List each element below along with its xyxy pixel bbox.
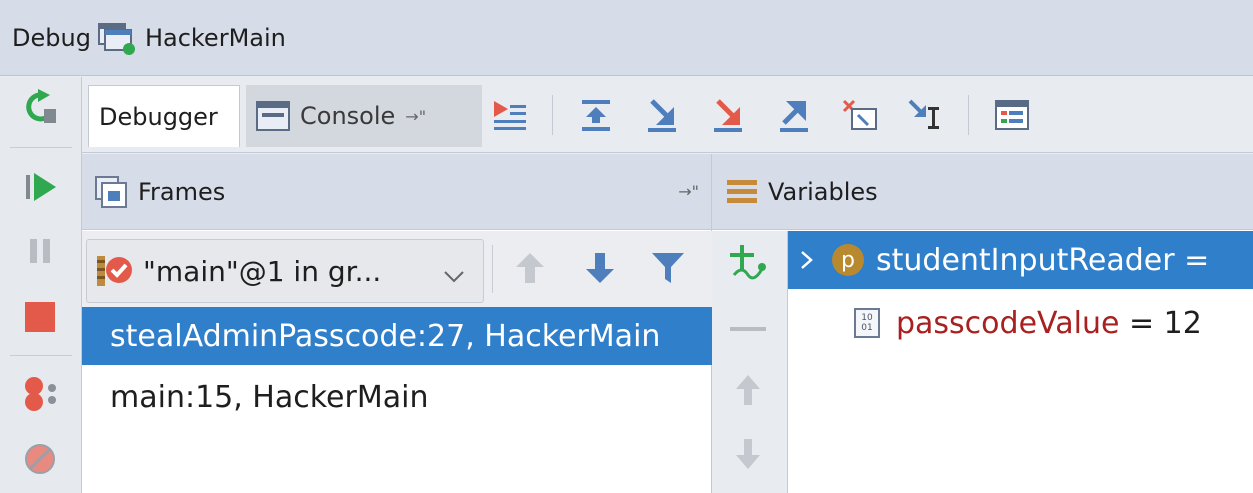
debug-toolbar: Debugger Console →" [82, 77, 1253, 153]
force-step-into-icon[interactable] [704, 91, 752, 139]
frames-icon [94, 175, 128, 209]
frames-panel: Frames →" "main"@1 in gr... stealAdminPa… [82, 154, 712, 493]
tab-debugger-label: Debugger [99, 102, 218, 131]
step-into-icon[interactable] [638, 91, 686, 139]
application-icon [97, 20, 137, 56]
thread-selector-value: "main"@1 in gr... [143, 254, 382, 288]
view-breakpoints-icon[interactable] [18, 372, 62, 416]
variables-title: Variables [768, 177, 878, 206]
console-pin-icon[interactable]: →" [405, 107, 426, 126]
step-out-icon[interactable] [770, 91, 818, 139]
frame-label: main:15, HackerMain [110, 379, 429, 415]
primitive-type-badge: 10 01 [854, 308, 880, 338]
filter-icon[interactable] [650, 251, 686, 289]
variables-panel: Variables p studentInputReader = 10 01 p… [712, 154, 1253, 493]
frames-title: Frames [138, 177, 226, 206]
tab-console-label: Console [300, 102, 396, 130]
variables-header: Variables [712, 154, 1253, 230]
frame-row[interactable]: stealAdminPasscode:27, HackerMain [82, 307, 712, 365]
thread-selector[interactable]: "main"@1 in gr... [86, 239, 484, 303]
variable-equals: = [1119, 305, 1164, 341]
frame-label: stealAdminPasscode:27, HackerMain [110, 318, 661, 354]
console-icon [256, 101, 290, 131]
previous-frame-icon[interactable] [514, 251, 546, 289]
tab-debugger[interactable]: Debugger [88, 85, 240, 147]
next-frame-icon[interactable] [584, 251, 616, 289]
debug-title-bar: Debug HackerMain [0, 0, 1253, 76]
variable-row[interactable]: 10 01 passcodeValue = 12 [788, 294, 1253, 352]
rerun-icon[interactable] [18, 85, 62, 129]
variable-name: passcodeValue [896, 305, 1120, 341]
mute-breakpoints-icon[interactable] [18, 437, 62, 481]
tool-window-title: Debug [12, 23, 91, 52]
frame-row[interactable]: main:15, HackerMain [82, 368, 712, 426]
frames-pin-icon[interactable]: →" [678, 182, 699, 201]
resume-program-icon[interactable] [18, 165, 62, 209]
step-over-icon[interactable] [572, 91, 620, 139]
frames-controls: "main"@1 in gr... [82, 231, 712, 307]
drop-frame-icon[interactable] [836, 91, 884, 139]
remove-watch-icon[interactable] [730, 327, 766, 331]
run-config-name: HackerMain [144, 23, 286, 52]
stop-icon[interactable] [18, 295, 62, 339]
add-watch-icon[interactable] [726, 241, 770, 287]
move-watch-up-icon[interactable] [734, 373, 762, 411]
variable-row[interactable]: p studentInputReader = [788, 231, 1253, 289]
thread-icon [95, 252, 135, 290]
show-execution-point-icon[interactable] [486, 91, 534, 139]
variable-name: studentInputReader [876, 242, 1175, 278]
variable-equals: = [1174, 242, 1210, 278]
evaluate-expression-icon[interactable] [988, 91, 1036, 139]
variables-icon [726, 176, 758, 208]
variables-toolbar [712, 231, 788, 493]
parameter-badge: p [832, 244, 864, 276]
pause-program-icon[interactable] [18, 229, 62, 273]
variable-value: 12 [1163, 305, 1202, 341]
debug-actions-strip [0, 77, 82, 493]
frames-header: Frames →" [82, 154, 711, 230]
tab-console[interactable]: Console →" [246, 85, 482, 147]
chevron-right-icon[interactable] [800, 250, 814, 270]
run-to-cursor-icon[interactable] [902, 91, 950, 139]
move-watch-down-icon[interactable] [734, 437, 762, 475]
chevron-down-icon [443, 258, 465, 291]
